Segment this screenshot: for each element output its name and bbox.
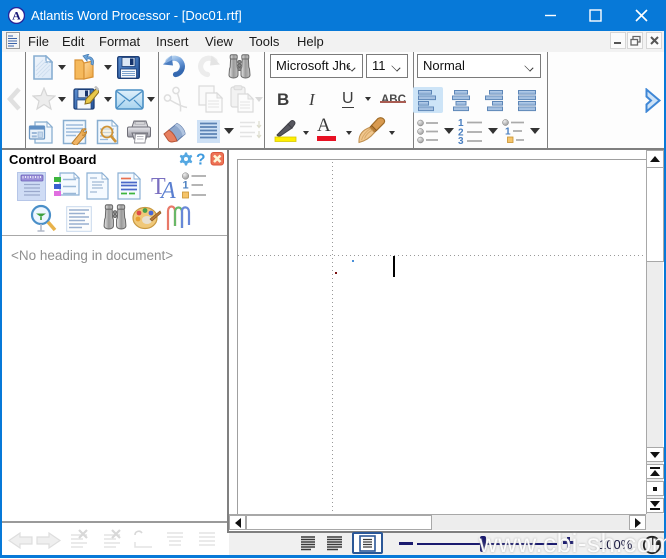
- svg-text:?: ?: [196, 152, 205, 166]
- svg-text:A: A: [159, 178, 176, 200]
- svg-text:1: 1: [183, 180, 189, 192]
- svg-text:3: 3: [458, 136, 464, 144]
- svg-text:1: 1: [505, 127, 511, 138]
- svg-text:A: A: [12, 9, 21, 23]
